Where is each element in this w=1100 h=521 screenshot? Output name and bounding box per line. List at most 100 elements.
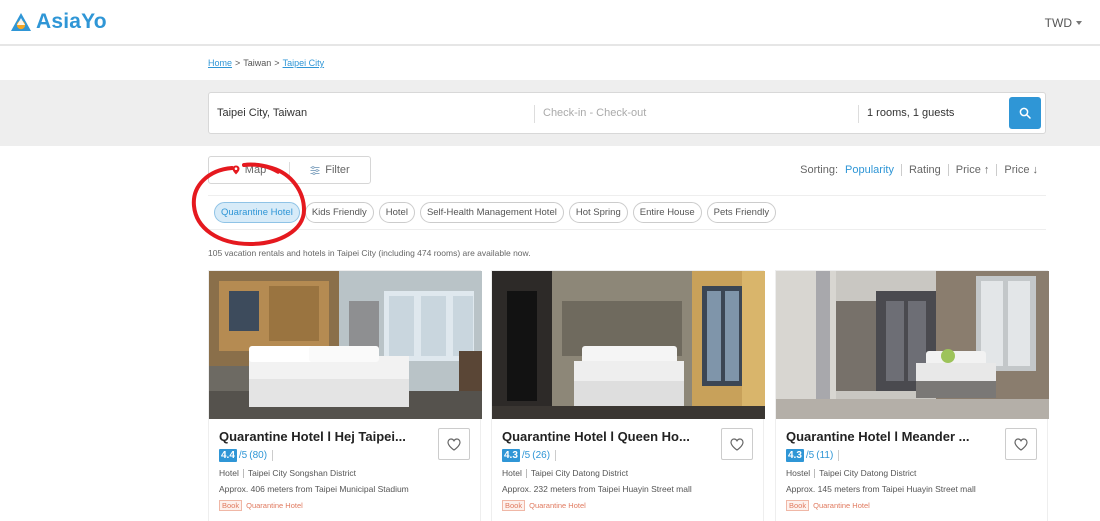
date-range-input[interactable]: Check-in - Check-out <box>543 107 646 119</box>
property-type: Hostel <box>786 468 811 478</box>
hotel-card[interactable]: Quarantine Hotel l Meander ... 4.3 /5 (1… <box>775 270 1049 521</box>
hotel-card[interactable]: Quarantine Hotel l Queen Ho... 4.3 /5 (2… <box>491 270 765 521</box>
map-filter-group: Map Filter <box>208 156 371 184</box>
hotel-photo[interactable] <box>209 271 482 419</box>
favorite-button[interactable] <box>438 428 470 460</box>
hotel-meta: Hotel Taipei City Datong District <box>502 468 757 478</box>
distance-text: Approx. 406 meters from Taipei Municipal… <box>219 484 409 494</box>
favorite-button[interactable] <box>721 428 753 460</box>
search-divider <box>858 105 859 123</box>
sort-divider <box>947 164 949 176</box>
rating-divider <box>272 450 274 461</box>
hotel-title[interactable]: Quarantine Hotel l Queen Ho... <box>502 429 710 444</box>
meta-divider <box>814 468 816 478</box>
currency-selector[interactable]: TWD <box>1045 16 1082 30</box>
currency-label: TWD <box>1044 16 1072 30</box>
results-count: 105 vacation rentals and hotels in Taipe… <box>208 248 531 258</box>
hotel-room-image <box>209 271 482 419</box>
tags-divider <box>208 195 1046 196</box>
brand-logo[interactable]: AsiaYo <box>10 10 107 34</box>
search-divider <box>534 105 535 123</box>
sorting-label: Sorting: <box>800 164 839 176</box>
tag-hotel[interactable]: Hotel <box>378 202 415 223</box>
map-button[interactable]: Map <box>209 157 289 183</box>
property-type: Hotel <box>219 468 239 478</box>
rating-score: 4.3 <box>502 449 520 462</box>
destination-input[interactable]: Taipei City, Taiwan <box>217 107 307 119</box>
meta-divider <box>525 468 527 478</box>
quarantine-badge: Quarantine Hotel <box>246 501 303 510</box>
chevron-down-icon <box>1076 21 1082 25</box>
quarantine-badge: Quarantine Hotel <box>529 501 586 510</box>
sort-price-asc[interactable]: Price ↑ <box>956 164 990 176</box>
tag-kids-friendly[interactable]: Kids Friendly <box>304 202 374 223</box>
breadcrumb-country: Taiwan <box>243 58 272 68</box>
hotel-info: Quarantine Hotel l Queen Ho... 4.3 /5 (2… <box>502 429 757 511</box>
hotel-room-image <box>776 271 1049 419</box>
rating-row: 4.4 /5 (80) <box>219 449 474 462</box>
review-count[interactable]: (80) <box>249 450 267 461</box>
badge-row: Book Quarantine Hotel <box>219 500 474 511</box>
hotel-room-image <box>492 271 765 419</box>
sorting-bar: Sorting: Popularity Rating Price ↑ Price… <box>800 164 1038 176</box>
sort-divider <box>996 164 998 176</box>
meta-divider <box>242 468 244 478</box>
district: Taipei City Songshan District <box>247 468 357 478</box>
rating-score: 4.3 <box>786 449 804 462</box>
rating-score: 4.4 <box>219 449 237 462</box>
brand-name: AsiaYo <box>36 10 107 33</box>
tags-divider <box>208 229 1046 230</box>
heart-icon <box>447 437 461 451</box>
sort-price-desc[interactable]: Price ↓ <box>1004 164 1038 176</box>
breadcrumb: Home > Taiwan > Taipei City <box>208 58 324 68</box>
hotel-title[interactable]: Quarantine Hotel l Meander ... <box>786 429 994 444</box>
hotel-title[interactable]: Quarantine Hotel l Hej Taipei... <box>219 429 427 444</box>
map-label: Map <box>244 164 267 176</box>
tag-self-health-management-hotel[interactable]: Self-Health Management Hotel <box>419 202 564 223</box>
breadcrumb-separator: > <box>274 58 280 68</box>
rating-row: 4.3 /5 (11) <box>786 449 1041 462</box>
rating-scale: /5 <box>805 450 815 461</box>
asiayo-logo-icon <box>11 13 31 31</box>
rating-divider <box>838 450 840 461</box>
sort-divider <box>900 164 902 176</box>
book-badge: Book <box>502 500 526 511</box>
map-pin-icon <box>232 165 240 175</box>
quarantine-badge: Quarantine Hotel <box>813 501 870 510</box>
heart-icon <box>1014 437 1028 451</box>
badge-row: Book Quarantine Hotel <box>786 500 1041 511</box>
tag-filter-list: Quarantine Hotel Kids Friendly Hotel Sel… <box>214 202 777 223</box>
book-badge: Book <box>786 500 810 511</box>
tag-hot-spring[interactable]: Hot Spring <box>568 202 628 223</box>
review-count[interactable]: (11) <box>816 450 833 461</box>
search-icon <box>1019 107 1031 119</box>
breadcrumb-home[interactable]: Home <box>208 58 232 68</box>
breadcrumb-city[interactable]: Taipei City <box>283 58 325 68</box>
tag-quarantine-hotel[interactable]: Quarantine Hotel <box>214 202 300 223</box>
hotel-photo[interactable] <box>776 271 1049 419</box>
favorite-button[interactable] <box>1005 428 1037 460</box>
rating-divider <box>555 450 557 461</box>
filter-label: Filter <box>325 164 350 176</box>
filter-button[interactable]: Filter <box>290 157 370 183</box>
top-bar: AsiaYo TWD <box>0 0 1100 46</box>
hotel-meta: Hostel Taipei City Datong District <box>786 468 1041 478</box>
tag-entire-house[interactable]: Entire House <box>632 202 702 223</box>
guests-selector[interactable]: 1 rooms, 1 guests <box>867 107 954 119</box>
rating-scale: /5 <box>521 450 531 461</box>
search-box: Taipei City, Taiwan Check-in - Check-out… <box>208 92 1046 134</box>
hotel-photo[interactable] <box>492 271 765 419</box>
book-badge: Book <box>219 500 243 511</box>
hotel-card[interactable]: Quarantine Hotel l Hej Taipei... 4.4 /5 … <box>208 270 482 521</box>
distance-text: Approx. 145 meters from Taipei Huayin St… <box>786 484 976 494</box>
district: Taipei City Datong District <box>530 468 629 478</box>
badge-row: Book Quarantine Hotel <box>502 500 757 511</box>
search-button[interactable] <box>1009 97 1041 129</box>
filter-icon <box>310 165 320 175</box>
sort-popularity[interactable]: Popularity <box>845 164 894 176</box>
tag-pets-friendly[interactable]: Pets Friendly <box>706 202 777 223</box>
distance-text: Approx. 232 meters from Taipei Huayin St… <box>502 484 692 494</box>
rating-row: 4.3 /5 (26) <box>502 449 757 462</box>
sort-rating[interactable]: Rating <box>909 164 941 176</box>
review-count[interactable]: (26) <box>532 450 550 461</box>
